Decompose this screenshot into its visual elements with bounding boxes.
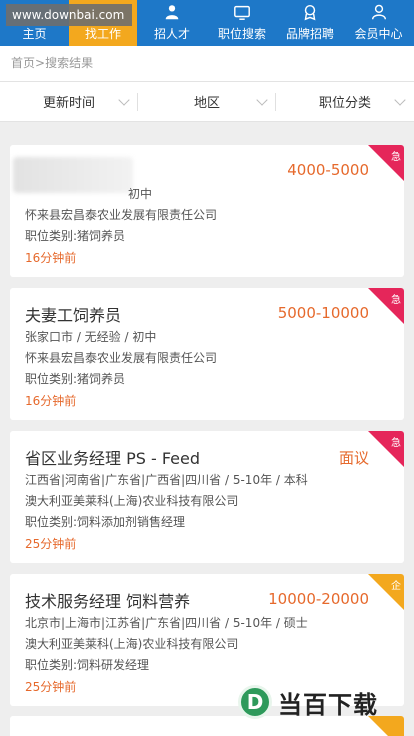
job-post-time: 16分钟前 [25, 251, 77, 265]
chevron-down-icon [394, 94, 406, 106]
filter-category[interactable]: 职位分类 [276, 82, 414, 121]
job-title: 技术服务经理 饲料营养 [25, 592, 191, 611]
enterprise-badge-label: 企 [391, 581, 401, 592]
job-meta: 北京市|上海市|江苏省|广东省|四川省 / 5-10年 / 硕士 [25, 616, 308, 630]
nav-brand-recruit[interactable]: 品牌招聘 [277, 0, 343, 46]
job-title: 夫妻工饲养员 [25, 306, 122, 325]
filter-area[interactable]: 地区 [138, 82, 276, 121]
breadcrumb: 首页>搜索结果 [0, 46, 414, 82]
site-logo-watermark: D 当百下载 [238, 680, 408, 724]
nav-job-search-label: 职位搜索 [217, 27, 266, 41]
user-icon [369, 2, 389, 22]
job-meta: 初中 [128, 187, 153, 201]
nav-recruit[interactable]: 招人才 [137, 0, 207, 46]
job-company: 澳大利亚美莱科(上海)农业科技有限公司 [25, 637, 239, 651]
job-category: 职位类别:饲料添加剂销售经理 [25, 515, 186, 529]
medal-icon [300, 2, 320, 22]
nav-member-center-label: 会员中心 [354, 27, 403, 41]
blurred-title [13, 157, 133, 193]
job-category: 职位类别:饲料研发经理 [25, 658, 150, 672]
filter-area-label: 地区 [193, 96, 220, 111]
urgent-badge-label: 急 [391, 295, 401, 306]
job-salary: 面议 [338, 449, 369, 467]
nav-recruit-label: 招人才 [153, 27, 190, 41]
filter-update-time[interactable]: 更新时间 [0, 82, 138, 121]
job-title: 省区业务经理 PS - Feed [25, 449, 201, 468]
job-company: 怀来县宏昌泰农业发展有限责任公司 [25, 351, 218, 365]
nav-job-search[interactable]: 职位搜索 [207, 0, 277, 46]
urgent-badge-label: 急 [391, 438, 401, 449]
nav-home-label: 主页 [22, 27, 47, 41]
chevron-down-icon [256, 94, 268, 106]
job-post-time: 25分钟前 [25, 680, 77, 694]
nav-find-jobs-label: 找工作 [84, 27, 121, 41]
breadcrumb-home[interactable]: 首页 [11, 56, 35, 70]
job-category: 职位类别:猪饲养员 [25, 372, 126, 386]
job-company: 怀来县宏昌泰农业发展有限责任公司 [25, 208, 218, 222]
site-watermark: www.downbai.com [6, 4, 132, 26]
job-meta: 张家口市 / 无经验 / 初中 [25, 330, 157, 344]
logo-text: 当百下载 [278, 690, 378, 719]
breadcrumb-separator: > [35, 56, 46, 70]
nav-member-center[interactable]: 会员中心 [343, 0, 414, 46]
job-post-time: 16分钟前 [25, 394, 77, 408]
urgent-badge-label: 急 [391, 152, 401, 163]
job-category: 职位类别:猪饲养员 [25, 229, 126, 243]
filter-bar: 更新时间 地区 职位分类 [0, 82, 414, 122]
nav-brand-recruit-label: 品牌招聘 [285, 27, 334, 41]
job-card[interactable]: 省区业务经理 PS - Feed 面议 江西省|河南省|广东省|广西省|四川省 … [10, 431, 404, 563]
filter-update-time-label: 更新时间 [42, 96, 95, 111]
job-post-time: 25分钟前 [25, 537, 77, 551]
job-salary: 4000-5000 [287, 161, 369, 179]
breadcrumb-current: 搜索结果 [45, 56, 94, 70]
job-salary: 10000-20000 [268, 590, 369, 608]
job-card[interactable]: 夫妻工饲养员 5000-10000 张家口市 / 无经验 / 初中 怀来县宏昌泰… [10, 288, 404, 420]
job-salary: 5000-10000 [277, 304, 369, 322]
job-company: 澳大利亚美莱科(上海)农业科技有限公司 [25, 494, 239, 508]
filter-category-label: 职位分类 [318, 96, 371, 111]
job-meta: 江西省|河南省|广东省|广西省|四川省 / 5-10年 / 本科 [25, 473, 308, 487]
recruit-icon [162, 2, 182, 22]
top-navigation: 主页 找工作 招人才 职位搜索 品牌招聘 会员中心 www.downbai.co… [0, 0, 414, 46]
monitor-icon [232, 2, 252, 22]
chevron-down-icon [118, 94, 130, 106]
job-card[interactable]: 4000-5000 初中 怀来县宏昌泰农业发展有限责任公司 职位类别:猪饲养员 … [10, 145, 404, 277]
logo-icon: D [238, 685, 272, 719]
